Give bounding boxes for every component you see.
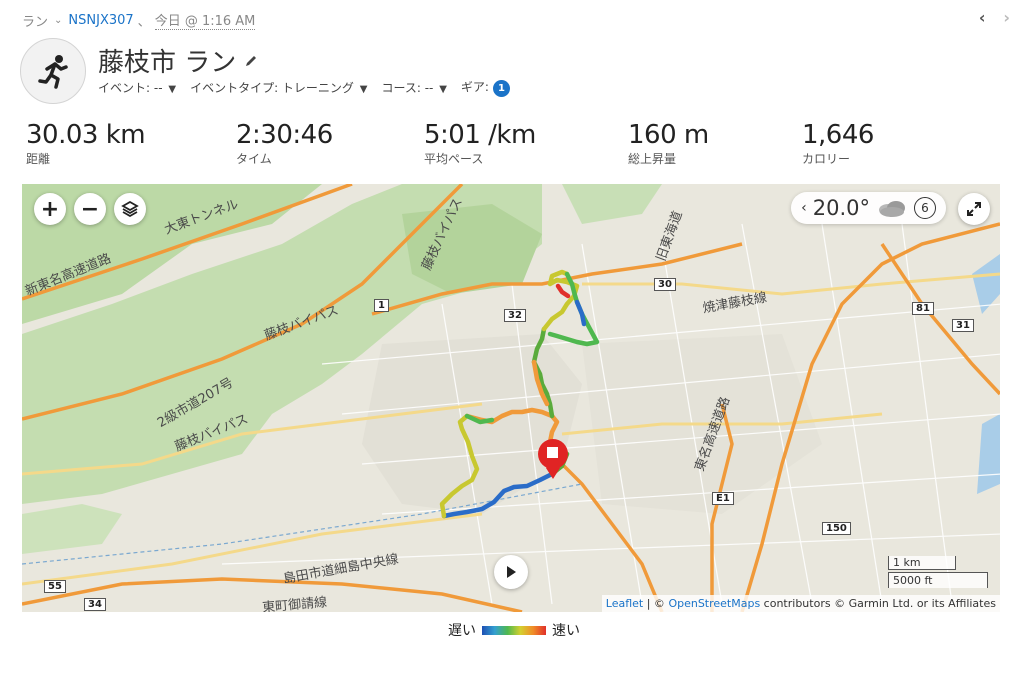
- runner-icon: [38, 55, 68, 89]
- breadcrumb-separator: 、: [137, 14, 151, 30]
- chevron-down-icon[interactable]: ⌄: [54, 15, 62, 26]
- breadcrumb: ラン ⌄ NSNJX307 、 今日 @ 1:16 AM: [22, 10, 256, 30]
- event-dropdown[interactable]: イベント: -- ▼: [98, 79, 176, 96]
- stat-value: 30.03 km: [26, 120, 146, 150]
- caret-down-icon: ▼: [439, 84, 447, 95]
- attribution-sep: | ©: [643, 597, 669, 610]
- expand-icon: [967, 202, 981, 216]
- play-icon: [507, 566, 516, 578]
- stat-value: 160 m: [628, 120, 709, 150]
- layers-icon: [121, 200, 139, 218]
- pace-legend: 遅い 速い: [448, 620, 580, 640]
- map-attribution: Leaflet | © OpenStreetMaps contributors …: [601, 595, 1000, 612]
- zoom-in-button[interactable]: +: [34, 193, 66, 225]
- caret-down-icon: ▼: [168, 84, 177, 95]
- stat-label: カロリー: [802, 152, 851, 166]
- fullscreen-button[interactable]: [958, 193, 990, 225]
- event-label: イベント: --: [98, 81, 163, 95]
- stat-elevation-gain: 160 m 総上昇量: [628, 120, 709, 167]
- stat-label: 総上昇量: [628, 152, 677, 166]
- osm-link[interactable]: OpenStreetMaps: [668, 597, 760, 610]
- stats-bar: 30.03 km 距離 2:30:46 タイム 5:01 /km 平均ペース 1…: [0, 120, 1024, 176]
- previous-activity-icon[interactable]: ‹: [979, 8, 986, 27]
- stat-distance: 30.03 km 距離: [26, 120, 146, 167]
- leaflet-link[interactable]: Leaflet: [606, 597, 643, 610]
- stat-avg-pace: 5:01 /km 平均ペース: [424, 120, 536, 167]
- course-dropdown[interactable]: コース: -- ▼: [381, 79, 446, 96]
- route-track: [439, 269, 600, 519]
- map-layers-button[interactable]: [114, 193, 146, 225]
- legend-fast-label: 速い: [552, 623, 580, 639]
- legend-slow-label: 遅い: [448, 623, 476, 639]
- cloud-icon: [879, 201, 905, 217]
- scale-km: 1 km: [888, 556, 956, 570]
- stat-calories: 1,646 カロリー: [802, 120, 874, 167]
- activity-time: 今日 @ 1:16 AM: [154, 10, 256, 30]
- map-scale: 1 km 5000 ft: [888, 556, 988, 588]
- temperature: 20.0°: [812, 196, 870, 220]
- scale-ft: 5000 ft: [888, 572, 988, 588]
- activity-meta: イベント: -- ▼ イベントタイプ: トレーニング ▼ コース: -- ▼ ギ…: [98, 78, 510, 97]
- stat-label: 平均ペース: [424, 152, 484, 166]
- wind-indicator: 6: [914, 197, 936, 219]
- gear-count-badge: 1: [492, 80, 510, 97]
- next-activity-icon[interactable]: ›: [1003, 8, 1010, 27]
- caret-down-icon: ▼: [359, 84, 368, 95]
- event-type-label: イベントタイプ: トレーニング: [190, 81, 354, 95]
- chevron-left-icon[interactable]: ‹: [801, 200, 807, 216]
- edit-pencil-icon[interactable]: [244, 54, 258, 68]
- activity-title: 藤枝市 ラン: [98, 42, 258, 79]
- stat-label: 距離: [26, 152, 51, 166]
- zoom-out-button[interactable]: −: [74, 193, 106, 225]
- stat-value: 2:30:46: [236, 120, 333, 150]
- finish-marker[interactable]: [538, 439, 568, 479]
- activity-type-link[interactable]: ラン: [22, 11, 48, 30]
- stat-time: 2:30:46 タイム: [236, 120, 333, 167]
- attribution-text: contributors © Garmin Ltd. or its Affili…: [760, 597, 996, 610]
- pace-gradient-bar: [482, 625, 546, 635]
- stat-value: 5:01 /km: [424, 120, 536, 150]
- weather-widget[interactable]: ‹ 20.0° 6: [791, 192, 946, 224]
- activity-nav: ‹ ›: [979, 8, 1010, 27]
- course-label: コース: --: [381, 81, 434, 95]
- event-type-dropdown[interactable]: イベントタイプ: トレーニング ▼: [190, 79, 367, 96]
- stat-value: 1,646: [802, 120, 874, 150]
- route-map[interactable]: 大東トンネル 新東名高速道路 藤枝バイパス 藤枝バイパス 藤枝バイパス 旧東海道…: [22, 184, 1000, 612]
- gear-selector[interactable]: ギア: 1: [461, 78, 510, 97]
- activity-title-text[interactable]: 藤枝市 ラン: [98, 42, 236, 79]
- activity-type-icon: [20, 38, 86, 104]
- user-link[interactable]: NSNJX307: [68, 13, 133, 28]
- gear-label: ギア:: [460, 80, 489, 94]
- play-route-button[interactable]: [494, 555, 528, 589]
- stat-label: タイム: [236, 152, 272, 166]
